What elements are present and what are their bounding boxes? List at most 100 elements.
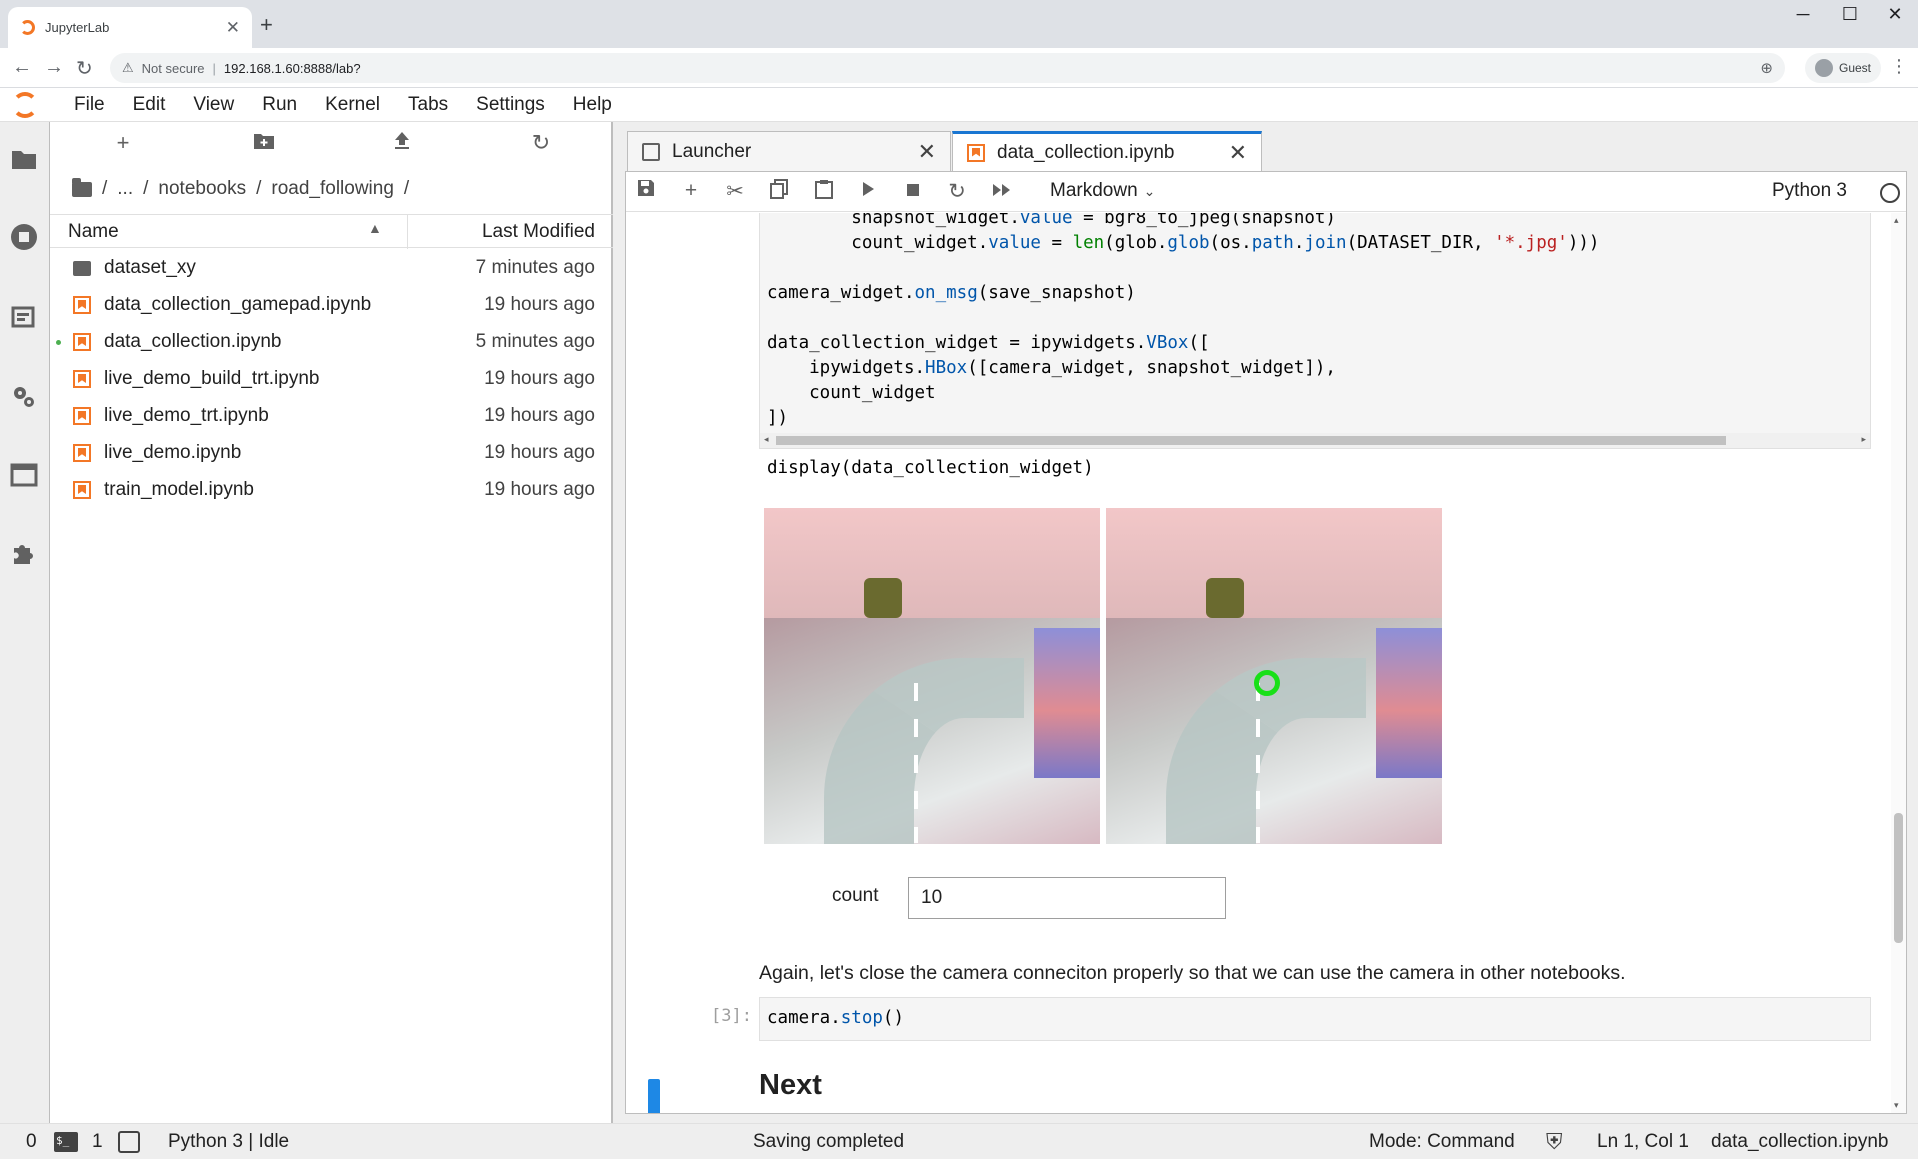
- notebook-icon: [967, 143, 985, 162]
- browser-tabstrip: JupyterLab ✕ + ─ ☐ ✕: [0, 0, 1918, 48]
- insert-cell-icon[interactable]: +: [677, 179, 705, 203]
- run-icon[interactable]: [854, 179, 882, 203]
- menu-settings[interactable]: Settings: [462, 94, 559, 116]
- upload-icon[interactable]: [387, 130, 417, 156]
- restart-icon[interactable]: ↻: [943, 179, 971, 204]
- vertical-scrollbar[interactable]: ▴ ▾: [1891, 213, 1906, 1113]
- new-folder-icon[interactable]: [249, 130, 279, 156]
- code-cell-editor[interactable]: snapshot_widget.value = bgr8_to_jpeg(sna…: [759, 213, 1871, 478]
- notebook-icon: [73, 370, 91, 388]
- browser-tab[interactable]: JupyterLab ✕: [8, 7, 252, 48]
- robot: [1206, 578, 1244, 618]
- shield-icon[interactable]: ⛨: [1546, 1129, 1563, 1155]
- terminal-count[interactable]: 0: [26, 1131, 37, 1153]
- scroll-right-icon[interactable]: ▸: [1861, 434, 1866, 445]
- kernel-status[interactable]: Python 3 | Idle: [168, 1131, 289, 1153]
- running-sessions-icon[interactable]: [9, 222, 39, 252]
- current-file: data_collection.ipynb: [1711, 1131, 1889, 1152]
- main-dock-area: Launcher ✕ data_collection.ipynb ✕ + ✂ ↻…: [613, 122, 1918, 1123]
- profile-button[interactable]: Guest: [1805, 53, 1882, 83]
- copy-icon[interactable]: [765, 179, 793, 205]
- column-divider[interactable]: [407, 215, 408, 249]
- kernel-count[interactable]: 1: [92, 1131, 103, 1153]
- new-tab-button[interactable]: +: [260, 12, 273, 38]
- menu-kernel[interactable]: Kernel: [311, 94, 394, 116]
- kernel-name[interactable]: Python 3: [1772, 180, 1847, 202]
- file-row-live-demo-trt[interactable]: live_demo_trt.ipynb 19 hours ago: [50, 398, 613, 435]
- terminal-icon[interactable]: $_: [54, 1132, 78, 1152]
- new-launcher-icon[interactable]: +: [108, 130, 138, 156]
- scrollbar-thumb[interactable]: [776, 436, 1726, 445]
- back-icon[interactable]: ←: [12, 56, 32, 79]
- scroll-up-icon[interactable]: ▴: [1894, 215, 1899, 226]
- menu-view[interactable]: View: [179, 94, 248, 116]
- file-modified: 19 hours ago: [484, 294, 595, 315]
- browser-menu-icon[interactable]: ⋮: [1890, 56, 1908, 77]
- cursor-position[interactable]: Ln 1, Col 1: [1597, 1131, 1689, 1153]
- file-browser-icon[interactable]: [9, 144, 39, 174]
- property-inspector-icon[interactable]: [9, 382, 39, 412]
- menu-help[interactable]: Help: [559, 94, 626, 116]
- menu-run[interactable]: Run: [248, 94, 311, 116]
- url-divider: |: [212, 60, 216, 76]
- minimize-button[interactable]: ─: [1780, 4, 1826, 25]
- file-row-live-demo[interactable]: live_demo.ipynb 19 hours ago: [50, 435, 613, 472]
- file-name: live_demo_build_trt.ipynb: [104, 368, 320, 389]
- close-icon[interactable]: ✕: [1229, 140, 1247, 166]
- reload-icon[interactable]: ↻: [76, 56, 93, 81]
- refresh-icon[interactable]: ↻: [526, 130, 556, 156]
- paste-icon[interactable]: [810, 179, 838, 205]
- scroll-left-icon[interactable]: ◂: [764, 434, 769, 445]
- file-row-live-demo-build-trt[interactable]: live_demo_build_trt.ipynb 19 hours ago: [50, 361, 613, 398]
- address-bar: ← → ↻ ⚠ Not secure | 192.168.1.60:8888/l…: [0, 48, 1918, 88]
- file-row-data-collection-gamepad[interactable]: data_collection_gamepad.ipynb 19 hours a…: [50, 287, 613, 324]
- forward-icon[interactable]: →: [44, 56, 64, 79]
- cell-type-select[interactable]: Markdown ⌄: [1050, 180, 1155, 202]
- commands-icon[interactable]: [9, 302, 39, 332]
- close-icon[interactable]: ✕: [918, 139, 936, 165]
- column-name[interactable]: Name: [68, 221, 119, 243]
- menu-edit[interactable]: Edit: [119, 94, 180, 116]
- menu-file[interactable]: File: [60, 94, 119, 116]
- close-window-button[interactable]: ✕: [1872, 4, 1918, 25]
- maximize-button[interactable]: ☐: [1827, 4, 1873, 25]
- kernel-status-icon: [1880, 183, 1900, 203]
- folder-icon: [73, 261, 91, 276]
- file-row-dataset-xy[interactable]: dataset_xy 7 minutes ago: [50, 250, 613, 287]
- zoom-icon[interactable]: ⊕: [1760, 59, 1773, 77]
- stop-icon[interactable]: [899, 179, 927, 203]
- lane-marking: [914, 683, 918, 843]
- count-field[interactable]: 10: [908, 877, 1226, 919]
- url-input[interactable]: ⚠ Not secure | 192.168.1.60:8888/lab? ⊕: [110, 53, 1785, 83]
- file-name: live_demo.ipynb: [104, 442, 242, 463]
- extension-manager-icon[interactable]: [9, 538, 39, 568]
- code-line: ]): [767, 408, 789, 428]
- sort-asc-icon[interactable]: ▲: [368, 220, 382, 236]
- scroll-down-icon[interactable]: ▾: [1894, 1100, 1899, 1111]
- tab-data-collection[interactable]: data_collection.ipynb ✕: [952, 131, 1262, 171]
- save-icon[interactable]: [632, 179, 660, 203]
- breadcrumb-notebooks[interactable]: notebooks: [158, 178, 246, 200]
- jupyter-menubar: File Edit View Run Kernel Tabs Settings …: [0, 88, 1918, 122]
- column-last-modified[interactable]: Last Modified: [482, 221, 595, 243]
- camera-widget-image[interactable]: [764, 508, 1100, 844]
- breadcrumb-road-following[interactable]: road_following: [271, 178, 394, 200]
- close-tab-icon[interactable]: ✕: [226, 18, 240, 38]
- open-tabs-icon[interactable]: [9, 460, 39, 490]
- security-label: Not secure: [141, 60, 205, 76]
- jupyter-favicon-icon: [20, 20, 35, 35]
- file-modified: 5 minutes ago: [475, 331, 595, 352]
- kernel-chip-icon[interactable]: [118, 1131, 140, 1153]
- home-folder-icon[interactable]: [72, 177, 92, 197]
- markdown-heading: Next: [759, 1069, 822, 1101]
- file-row-train-model[interactable]: train_model.ipynb 19 hours ago: [50, 472, 613, 509]
- restart-run-all-icon[interactable]: [988, 179, 1016, 203]
- tab-launcher[interactable]: Launcher ✕: [627, 131, 951, 171]
- menu-tabs[interactable]: Tabs: [394, 94, 462, 116]
- file-row-data-collection[interactable]: data_collection.ipynb 5 minutes ago: [50, 324, 613, 361]
- breadcrumb-ellipsis[interactable]: ...: [117, 178, 133, 200]
- scrollbar-thumb[interactable]: [1894, 813, 1903, 943]
- code-cell-editor[interactable]: camera.stop(): [759, 997, 1871, 1041]
- horizontal-scrollbar[interactable]: ◂ ▸: [760, 433, 1870, 448]
- cut-icon[interactable]: ✂: [721, 179, 749, 204]
